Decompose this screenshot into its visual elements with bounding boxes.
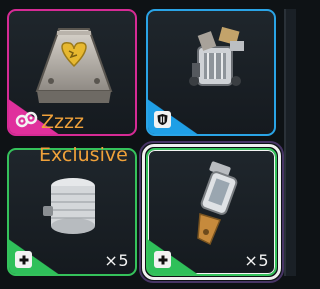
item-tile-jetpack[interactable]	[146, 9, 276, 136]
shield-badge	[154, 111, 171, 128]
heart-crate-icon	[35, 28, 113, 103]
item-count: ×5	[244, 251, 269, 270]
item-tile-canister[interactable]: ×5	[7, 148, 137, 276]
next-tile-edge[interactable]	[284, 9, 296, 276]
inventory-grid: Zzzz ×5 ×5 Exclusive	[0, 0, 296, 289]
exclusive-label: Exclusive	[39, 144, 128, 166]
canister-icon	[43, 178, 95, 234]
item-tile-injector[interactable]: ×5	[146, 148, 277, 276]
injector-icon	[197, 161, 238, 246]
item-tile-heart-crate[interactable]: Zzzz	[7, 9, 137, 136]
plus-icon	[154, 251, 171, 268]
jetpack-device-icon	[189, 26, 244, 86]
item-count: ×5	[104, 251, 129, 270]
link-icon	[15, 111, 38, 128]
shield-icon	[157, 114, 168, 125]
item-name: Zzzz	[41, 111, 84, 133]
plus-icon	[15, 251, 32, 268]
